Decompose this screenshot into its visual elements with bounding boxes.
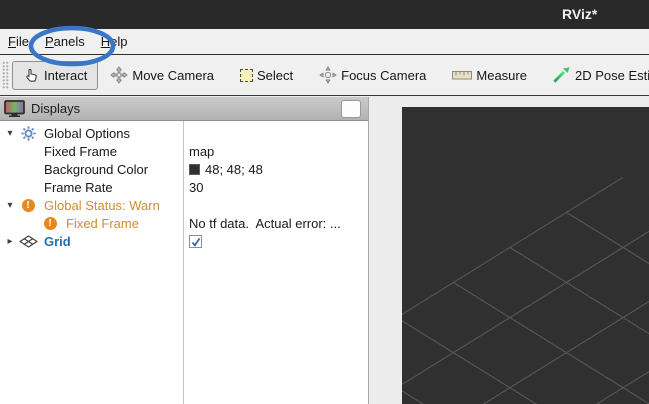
property-name-cell: ! Fixed Frame [0, 216, 183, 231]
displays-monitor-icon [4, 100, 25, 117]
tree-row-fixed-frame[interactable]: ! Fixed Frame No tf data. Actual error: ..… [0, 214, 367, 232]
tool-measure[interactable]: Measure [452, 68, 527, 83]
property-name-cell: ▾ Global Options [0, 126, 183, 141]
menu-bar: FilePanelsHelp [0, 29, 649, 55]
tool-label: Select [257, 68, 293, 83]
displays-panel-title: Displays [31, 101, 341, 116]
menu-label-rest: elp [110, 34, 127, 49]
value-text: 48; 48; 48 [205, 162, 263, 177]
tool-label: Interact [44, 68, 87, 83]
property-label: Grid [44, 234, 71, 249]
property-name-cell: Frame Rate [0, 180, 183, 195]
focus-camera-icon [319, 66, 337, 84]
property-label: Background Color [44, 162, 148, 177]
color-swatch [189, 164, 200, 175]
property-name-cell: Background Color [0, 162, 183, 177]
expander-down-icon[interactable]: ▾ [2, 128, 18, 139]
window-titlebar: RViz* [0, 0, 649, 29]
property-name-cell: Fixed Frame [0, 144, 183, 159]
property-value-cell[interactable]: No tf data. Actual error: ... [183, 216, 341, 231]
menu-mnemonic: P [45, 34, 54, 49]
displays-panel: Displays ▾Global OptionsFixed FramemapBa… [0, 97, 369, 404]
panel-header-button[interactable] [341, 100, 361, 118]
expander-down-icon[interactable]: ▾ [2, 200, 18, 211]
warning-icon: ! [40, 217, 60, 230]
check-icon [191, 237, 201, 247]
tree-row-grid[interactable]: ▸ Grid [0, 232, 367, 250]
menu-mnemonic: H [101, 34, 110, 49]
measure-ruler-icon [452, 70, 472, 81]
property-name-cell: ▸ Grid [0, 234, 183, 249]
displays-tree: ▾Global OptionsFixed FramemapBackground … [0, 124, 367, 250]
property-label: Global Status: Warn [44, 198, 160, 213]
pose-arrow-icon [553, 67, 571, 83]
tool-label: Measure [476, 68, 527, 83]
tree-row-fixed-frame[interactable]: Fixed Frame map [0, 142, 367, 160]
property-label: Fixed Frame [44, 144, 117, 159]
gear-icon [18, 126, 38, 141]
warning-icon: ! [18, 199, 38, 212]
move-camera-icon [110, 66, 128, 84]
menu-label-rest: ile [16, 34, 29, 49]
tool-interact[interactable]: Interact [12, 61, 98, 90]
tool-select[interactable]: Select [240, 68, 293, 83]
window-title: RViz* [562, 6, 597, 22]
enabled-checkbox[interactable] [189, 235, 202, 248]
tree-row-global-options[interactable]: ▾ Global Options [0, 124, 367, 142]
property-label: Global Options [44, 126, 130, 141]
value-text: 30 [189, 180, 203, 195]
tree-row-background-color[interactable]: Background Color 48; 48; 48 [0, 160, 367, 178]
tool-focus-camera[interactable]: Focus Camera [319, 66, 426, 84]
property-name-cell: ▾! Global Status: Warn [0, 198, 183, 213]
property-value-cell[interactable]: map [183, 144, 214, 159]
render-viewport[interactable] [402, 107, 649, 404]
menu-label-rest: anels [54, 34, 85, 49]
expander-right-icon[interactable]: ▸ [2, 236, 18, 247]
hand-cursor-icon [23, 67, 40, 84]
toolbar-drag-handle[interactable] [2, 61, 9, 89]
menu-help[interactable]: Help [93, 29, 136, 54]
tool-move-camera[interactable]: Move Camera [110, 66, 214, 84]
menu-mnemonic: F [8, 34, 16, 49]
grid-icon [18, 235, 38, 248]
property-value-cell[interactable] [183, 234, 202, 248]
ground-grid [402, 177, 649, 404]
tool-bar: Interact Move Camera Select Focus Camera Mea… [0, 55, 649, 96]
menu-panels[interactable]: Panels [37, 29, 93, 54]
menu-file[interactable]: File [0, 29, 37, 54]
tree-row-frame-rate[interactable]: Frame Rate 30 [0, 178, 367, 196]
value-text: No tf data. Actual error: ... [189, 216, 341, 231]
tool-label: Move Camera [132, 68, 214, 83]
tree-row-global-status-warn[interactable]: ▾! Global Status: Warn [0, 196, 367, 214]
property-label: Frame Rate [44, 180, 113, 195]
tool-label: 2D Pose Esti [575, 68, 649, 83]
value-text: map [189, 144, 214, 159]
select-box-icon [240, 69, 253, 82]
tool-2d-pose-esti[interactable]: 2D Pose Esti [553, 67, 649, 83]
property-label: Fixed Frame [66, 216, 139, 231]
property-value-cell[interactable]: 30 [183, 180, 203, 195]
property-value-cell[interactable]: 48; 48; 48 [183, 162, 263, 177]
displays-panel-header[interactable]: Displays [0, 97, 368, 121]
tool-label: Focus Camera [341, 68, 426, 83]
